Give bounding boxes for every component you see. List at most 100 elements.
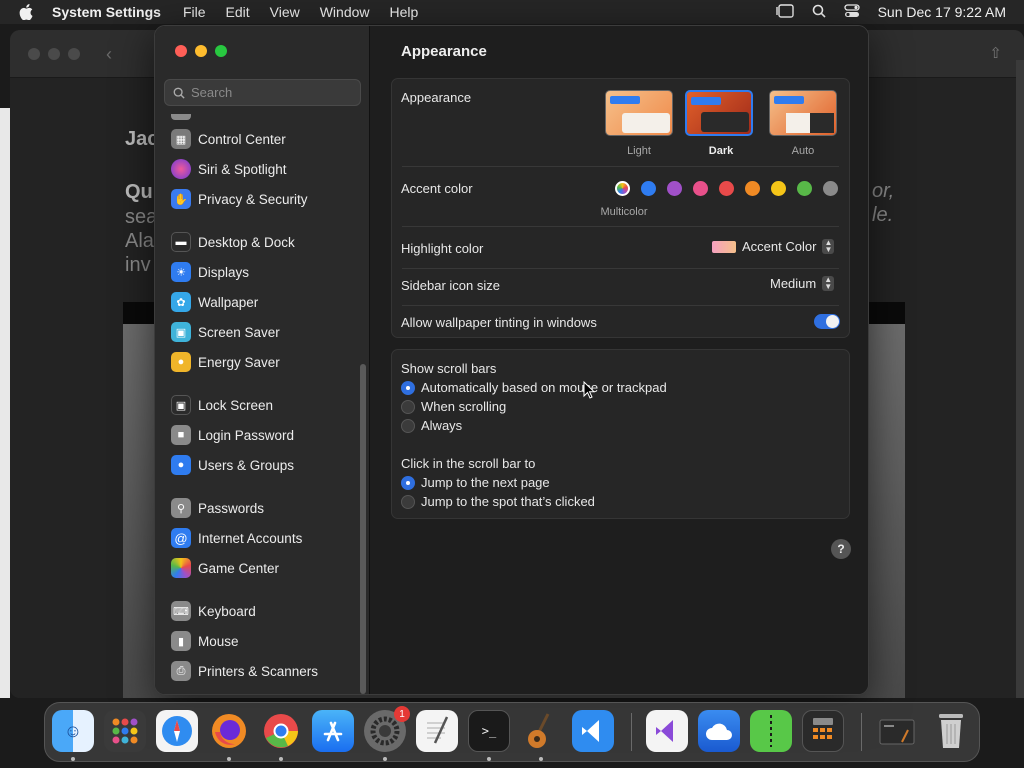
accent-green-swatch[interactable] (797, 181, 812, 196)
menu-window[interactable]: Window (320, 4, 370, 20)
clock[interactable]: Sun Dec 17 9:22 AM (878, 4, 1006, 20)
sidebar-item-desktop-dock[interactable]: ▬ Desktop & Dock (171, 230, 295, 254)
share-icon[interactable]: ⇧ (989, 44, 1002, 62)
sidebar-item-lock-screen[interactable]: ▣ Lock Screen (171, 393, 273, 417)
accent-orange-swatch[interactable] (745, 181, 760, 196)
system-settings-icon[interactable]: 1 (364, 706, 410, 752)
appearance-dark-label: Dark (708, 145, 734, 157)
vscode-icon[interactable] (572, 710, 614, 752)
finder-icon[interactable]: ☺ (52, 710, 94, 752)
sidebar-item-internet-accounts[interactable]: @ Internet Accounts (171, 526, 302, 550)
divider (402, 226, 839, 227)
sidebar-item-screen-saver[interactable]: ▣ Screen Saver (171, 320, 280, 344)
sidebar-scrollbar[interactable] (360, 364, 366, 694)
menu-file[interactable]: File (183, 4, 206, 20)
accent-multicolor-swatch[interactable] (615, 181, 630, 196)
accent-purple-swatch[interactable] (667, 181, 682, 196)
jump-next-page-radio[interactable]: Jump to the next page (401, 475, 550, 490)
sidebar-item-control-center[interactable]: ▦ Control Center (171, 127, 286, 151)
radio (401, 399, 415, 414)
scroll-bars-when-scrolling-radio[interactable]: When scrolling (401, 399, 506, 414)
flower-icon: ✿ (171, 292, 191, 312)
help-button[interactable]: ? (831, 539, 851, 559)
firefox-icon[interactable] (208, 710, 250, 752)
background-window-edge (1016, 60, 1024, 698)
search-input[interactable] (191, 85, 351, 100)
sidebar-item-displays[interactable]: ☀ Displays (171, 260, 249, 284)
menu-bar: System Settings File Edit View Window He… (0, 0, 1024, 24)
running-indicator (383, 757, 387, 761)
menu-help[interactable]: Help (390, 4, 419, 20)
search-field[interactable] (164, 79, 361, 106)
appearance-auto-option[interactable] (769, 90, 837, 136)
highlight-color-popup[interactable]: Accent Color ▲ ▼ (712, 239, 835, 254)
mouse-icon: ▮ (171, 631, 191, 651)
sidebar-item-privacy-security[interactable]: ✋ Privacy & Security (171, 187, 308, 211)
apple-menu-icon[interactable] (0, 4, 52, 20)
dock: ☺ 1 >_ (44, 702, 980, 762)
accent-pink-swatch[interactable] (693, 181, 708, 196)
menu-view[interactable]: View (270, 4, 300, 20)
close-button[interactable] (175, 45, 187, 57)
sidebar-item-printers-scanners[interactable]: ⎙ Printers & Scanners (171, 659, 318, 683)
sidebar-item-energy-saver[interactable]: ● Energy Saver (171, 350, 280, 374)
control-center-menu-icon[interactable] (843, 3, 860, 21)
users-icon: ● (171, 455, 191, 475)
launchpad-icon[interactable] (104, 710, 146, 752)
minimize-button[interactable] (195, 45, 207, 57)
accent-red-swatch[interactable] (719, 181, 734, 196)
appearance-dark-option[interactable] (685, 90, 753, 136)
zoom-button[interactable] (215, 45, 227, 57)
app-menu[interactable]: System Settings (52, 4, 161, 20)
menu-edit[interactable]: Edit (226, 4, 250, 20)
accent-blue-swatch[interactable] (641, 181, 656, 196)
chevron-updown-icon: ▲ ▼ (822, 276, 835, 291)
scroll-bars-always-radio[interactable]: Always (401, 418, 462, 433)
sidebar-item-siri-spotlight[interactable]: Siri & Spotlight (171, 157, 287, 181)
show-scroll-bars-label: Show scroll bars (401, 361, 497, 376)
radio (401, 418, 415, 433)
sidebar-icon-size-label: Sidebar icon size (401, 278, 500, 293)
sidebar-item-wallpaper[interactable]: ✿ Wallpaper (171, 290, 258, 314)
terminal-icon[interactable]: >_ (468, 710, 510, 752)
archive-utility-icon[interactable] (750, 710, 792, 752)
appearance-light-option[interactable] (605, 90, 673, 136)
appearance-light-label: Light (627, 145, 651, 157)
background-traffic-lights (28, 48, 80, 60)
appearance-auto-label: Auto (791, 145, 815, 157)
scroll-bars-automatic-radio[interactable]: Automatically based on mouse or trackpad (401, 380, 667, 395)
accent-yellow-swatch[interactable] (771, 181, 786, 196)
back-chevron-icon[interactable]: ‹ (106, 44, 112, 65)
background-text: le. (872, 204, 894, 226)
sun-icon: ☀ (171, 262, 191, 282)
wallpaper-tinting-toggle[interactable] (814, 314, 840, 329)
spotlight-icon[interactable] (812, 4, 826, 21)
bulb-icon: ● (171, 352, 191, 372)
running-indicator (487, 757, 491, 761)
sidebar-item-keyboard[interactable]: ⌨ Keyboard (171, 599, 256, 623)
app-store-icon[interactable] (312, 710, 354, 752)
sidebar-icon-size-popup[interactable]: Medium ▲ ▼ (770, 276, 835, 291)
hand-icon: ✋ (171, 189, 191, 209)
textedit-icon[interactable] (416, 710, 458, 752)
weather-icon[interactable] (698, 710, 740, 752)
downloads-stack-icon[interactable] (876, 710, 918, 752)
sidebar-item-users-groups[interactable]: ● Users & Groups (171, 453, 294, 477)
control-center-icon: ▦ (171, 129, 191, 149)
sidebar-item-passwords[interactable]: ⚲ Passwords (171, 496, 264, 520)
calculator-icon[interactable] (802, 710, 844, 752)
sidebar-item-login-password[interactable]: ■ Login Password (171, 423, 294, 447)
safari-icon[interactable] (156, 710, 198, 752)
chrome-icon[interactable] (260, 710, 302, 752)
accent-graphite-swatch[interactable] (823, 181, 838, 196)
garageband-icon[interactable] (520, 710, 562, 752)
visual-studio-icon[interactable] (646, 710, 688, 752)
scroll-bars-group: Show scroll bars Automatically based on … (391, 349, 850, 519)
appearance-label: Appearance (401, 90, 472, 105)
sidebar-item-mouse[interactable]: ▮ Mouse (171, 629, 239, 653)
running-indicator (227, 757, 231, 761)
sidebar-item-game-center[interactable]: Game Center (171, 556, 279, 580)
stage-manager-icon[interactable] (775, 3, 794, 21)
jump-to-spot-radio[interactable]: Jump to the spot that’s clicked (401, 494, 595, 509)
trash-icon[interactable] (930, 710, 972, 752)
